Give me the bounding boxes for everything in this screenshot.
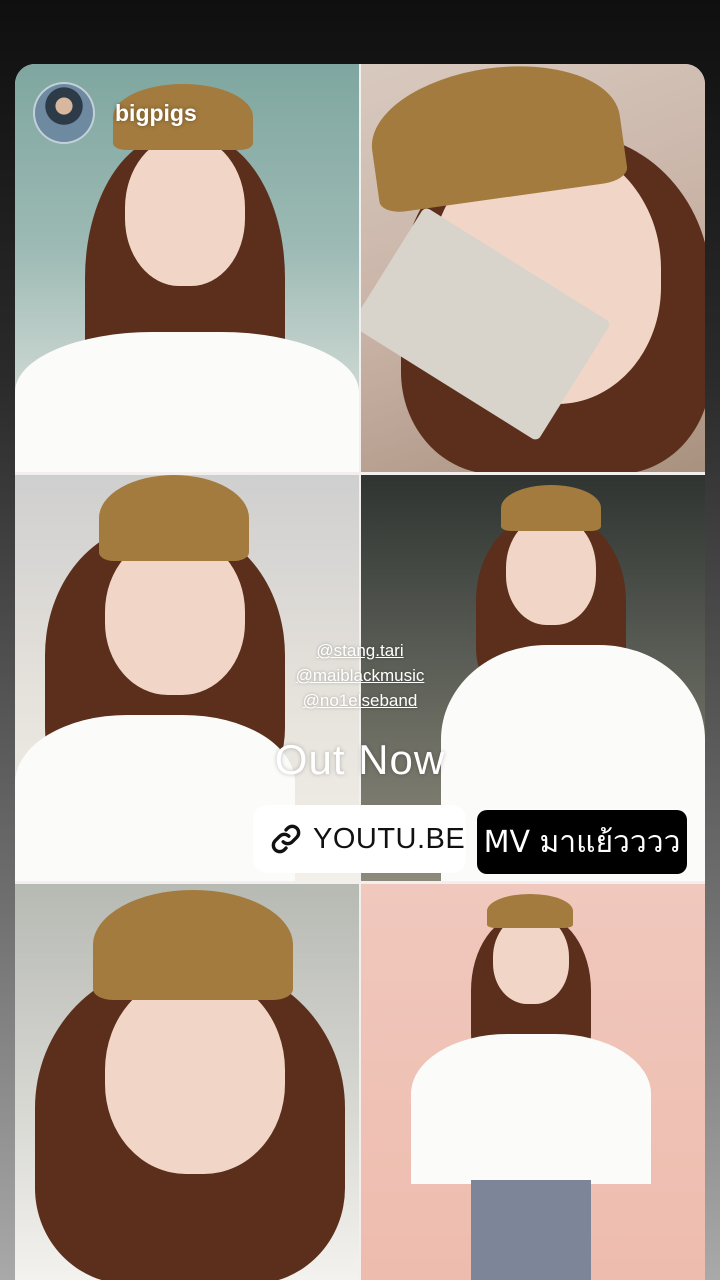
mention-no1elseband[interactable]: @no1elseband [255, 688, 465, 713]
link-icon [271, 824, 301, 854]
photo-tile-5 [15, 884, 359, 1280]
story-header[interactable]: bigpigs [33, 82, 197, 144]
link-sticker[interactable]: YOUTU.BE [253, 805, 466, 873]
story-frame[interactable]: bigpigs @stang.tari @maiblackmusic @no1e… [15, 64, 705, 1280]
bandana-shape [501, 485, 601, 531]
face-shape [105, 974, 285, 1174]
mention-stang-tari[interactable]: @stang.tari [255, 638, 465, 663]
photo-tile-2 [361, 64, 705, 472]
face-shape [506, 515, 596, 625]
username[interactable]: bigpigs [115, 100, 197, 127]
photo-tile-6 [361, 884, 705, 1280]
face-shape [125, 136, 245, 286]
mention-list: @stang.tari @maiblackmusic @no1elseband [255, 638, 465, 713]
avatar[interactable] [33, 82, 95, 144]
out-now-headline: Out Now [274, 736, 446, 783]
blouse-shape [411, 1034, 651, 1184]
bandana-shape [487, 894, 573, 928]
bandana-shape [93, 890, 293, 1000]
mention-maiblackmusic[interactable]: @maiblackmusic [255, 663, 465, 688]
jeans-shape [471, 1180, 591, 1280]
mv-caption: MV มาแย้วววว [477, 810, 687, 874]
link-sticker-label: YOUTU.BE [313, 822, 466, 855]
bandana-shape [99, 475, 249, 561]
blouse-shape [15, 332, 359, 472]
